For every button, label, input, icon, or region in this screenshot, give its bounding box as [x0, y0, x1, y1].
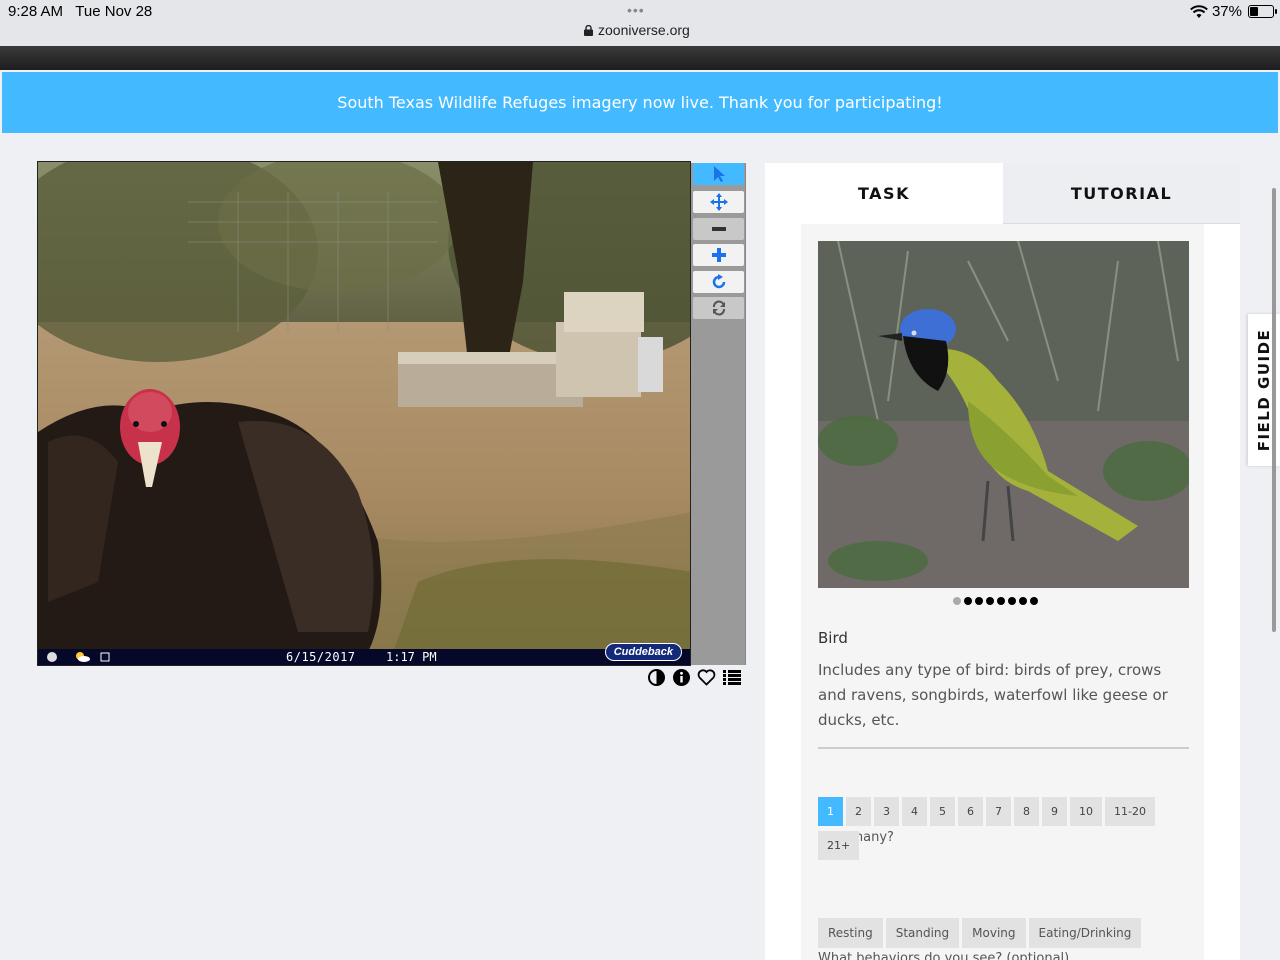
count-option-button[interactable]: 2 — [846, 797, 871, 826]
count-option-button[interactable]: 3 — [874, 797, 899, 826]
info-icon[interactable] — [672, 668, 691, 687]
behavior-option-button[interactable]: Moving — [962, 918, 1026, 948]
site-header-band — [0, 46, 1280, 70]
count-option-button[interactable]: 5 — [930, 797, 955, 826]
lock-icon — [584, 25, 593, 36]
ios-status-bar: 9:28 AM Tue Nov 28 ••• zooniverse.org 37… — [0, 0, 1280, 46]
tab-task[interactable]: TASK — [765, 163, 1003, 224]
zoom-out-button[interactable] — [693, 218, 744, 240]
zoom-in-icon — [711, 248, 726, 262]
address-bar[interactable]: zooniverse.org — [584, 22, 690, 38]
image-carousel-dots — [953, 597, 1038, 605]
favorite-heart-icon[interactable] — [697, 668, 716, 687]
count-option-button[interactable]: 7 — [986, 797, 1011, 826]
contrast-icon[interactable] — [647, 668, 666, 687]
divider — [818, 747, 1189, 749]
announcement-banner[interactable]: South Texas Wildlife Refuges imagery now… — [2, 72, 1278, 133]
behavior-option-button[interactable]: Resting — [818, 918, 883, 948]
status-time: 9:28 AM Tue Nov 28 — [8, 3, 153, 20]
species-description: Includes any type of bird: birds of prey… — [818, 661, 1168, 729]
count-option-button[interactable]: 1 — [818, 797, 843, 826]
behavior-option-button[interactable]: Eating/Drinking — [1028, 918, 1142, 948]
camera-brand-logo: Cuddeback — [604, 643, 682, 661]
carousel-dot[interactable] — [1008, 597, 1016, 605]
battery-icon — [1248, 5, 1277, 18]
status-right: 37% — [1190, 3, 1277, 20]
classifier-panel: TASK TUTORIAL Bird Includes any type of … — [765, 163, 1240, 960]
multitask-dots-icon[interactable]: ••• — [627, 2, 645, 18]
reset-icon — [712, 300, 725, 316]
count-option-button[interactable]: 11-20 — [1105, 797, 1155, 826]
move-button[interactable] — [693, 191, 744, 213]
species-detail-card: Bird Includes any type of bird: birds of… — [801, 224, 1204, 960]
subject-meta-tools — [647, 668, 741, 687]
url-text: zooniverse.org — [598, 22, 690, 38]
rotate-icon — [712, 274, 725, 289]
green-jay-photo — [818, 241, 1189, 588]
zoom-out-icon — [711, 227, 726, 231]
carousel-dot[interactable] — [1019, 597, 1027, 605]
wifi-icon — [1190, 4, 1208, 18]
pointer-button[interactable] — [693, 163, 744, 185]
how-many-options: 1 2 3 4 5 6 7 8 9 10 11-20 21+ — [818, 797, 1189, 860]
count-option-button[interactable]: 10 — [1070, 797, 1102, 826]
carousel-dot[interactable] — [975, 597, 983, 605]
move-icon — [709, 193, 728, 211]
image-toolbar — [691, 163, 746, 665]
carousel-dot[interactable] — [986, 597, 994, 605]
camera-weather-icons — [47, 652, 110, 662]
subject-image[interactable]: 6/15/2017 1:17 PM Cuddeback — [37, 161, 691, 666]
carousel-dot[interactable] — [953, 597, 961, 605]
carousel-dot[interactable] — [1030, 597, 1038, 605]
field-guide-label: FIELD GUIDE — [1255, 328, 1273, 452]
battery-percent: 37% — [1211, 3, 1242, 20]
scrollbar[interactable] — [1272, 188, 1276, 632]
zoom-in-button[interactable] — [693, 244, 744, 266]
behavior-options: Resting Standing Moving Eating/Drinking — [818, 918, 1189, 948]
behaviors-label: What behaviors do you see? (optional) — [818, 951, 1070, 960]
carousel-dot[interactable] — [997, 597, 1005, 605]
species-name: Bird — [818, 629, 848, 647]
species-photo[interactable] — [818, 241, 1189, 588]
reset-button[interactable] — [693, 297, 744, 319]
carousel-dot[interactable] — [964, 597, 972, 605]
count-option-button[interactable]: 6 — [958, 797, 983, 826]
camera-date: 6/15/2017 — [286, 650, 356, 664]
collection-list-icon[interactable] — [722, 668, 741, 687]
count-option-button[interactable]: 8 — [1014, 797, 1039, 826]
behavior-option-button[interactable]: Standing — [885, 918, 960, 948]
camera-info-bar: 6/15/2017 1:17 PM Cuddeback — [38, 643, 690, 665]
tab-tutorial[interactable]: TUTORIAL — [1003, 163, 1240, 224]
count-option-button[interactable]: 21+ — [818, 831, 860, 860]
rotate-button[interactable] — [693, 271, 744, 293]
camera-trap-photo — [38, 162, 690, 665]
count-option-button[interactable]: 4 — [902, 797, 927, 826]
task-tabs: TASK TUTORIAL — [765, 163, 1240, 224]
pointer-icon — [713, 166, 725, 182]
camera-time: 1:17 PM — [386, 650, 437, 664]
count-option-button[interactable]: 9 — [1042, 797, 1067, 826]
